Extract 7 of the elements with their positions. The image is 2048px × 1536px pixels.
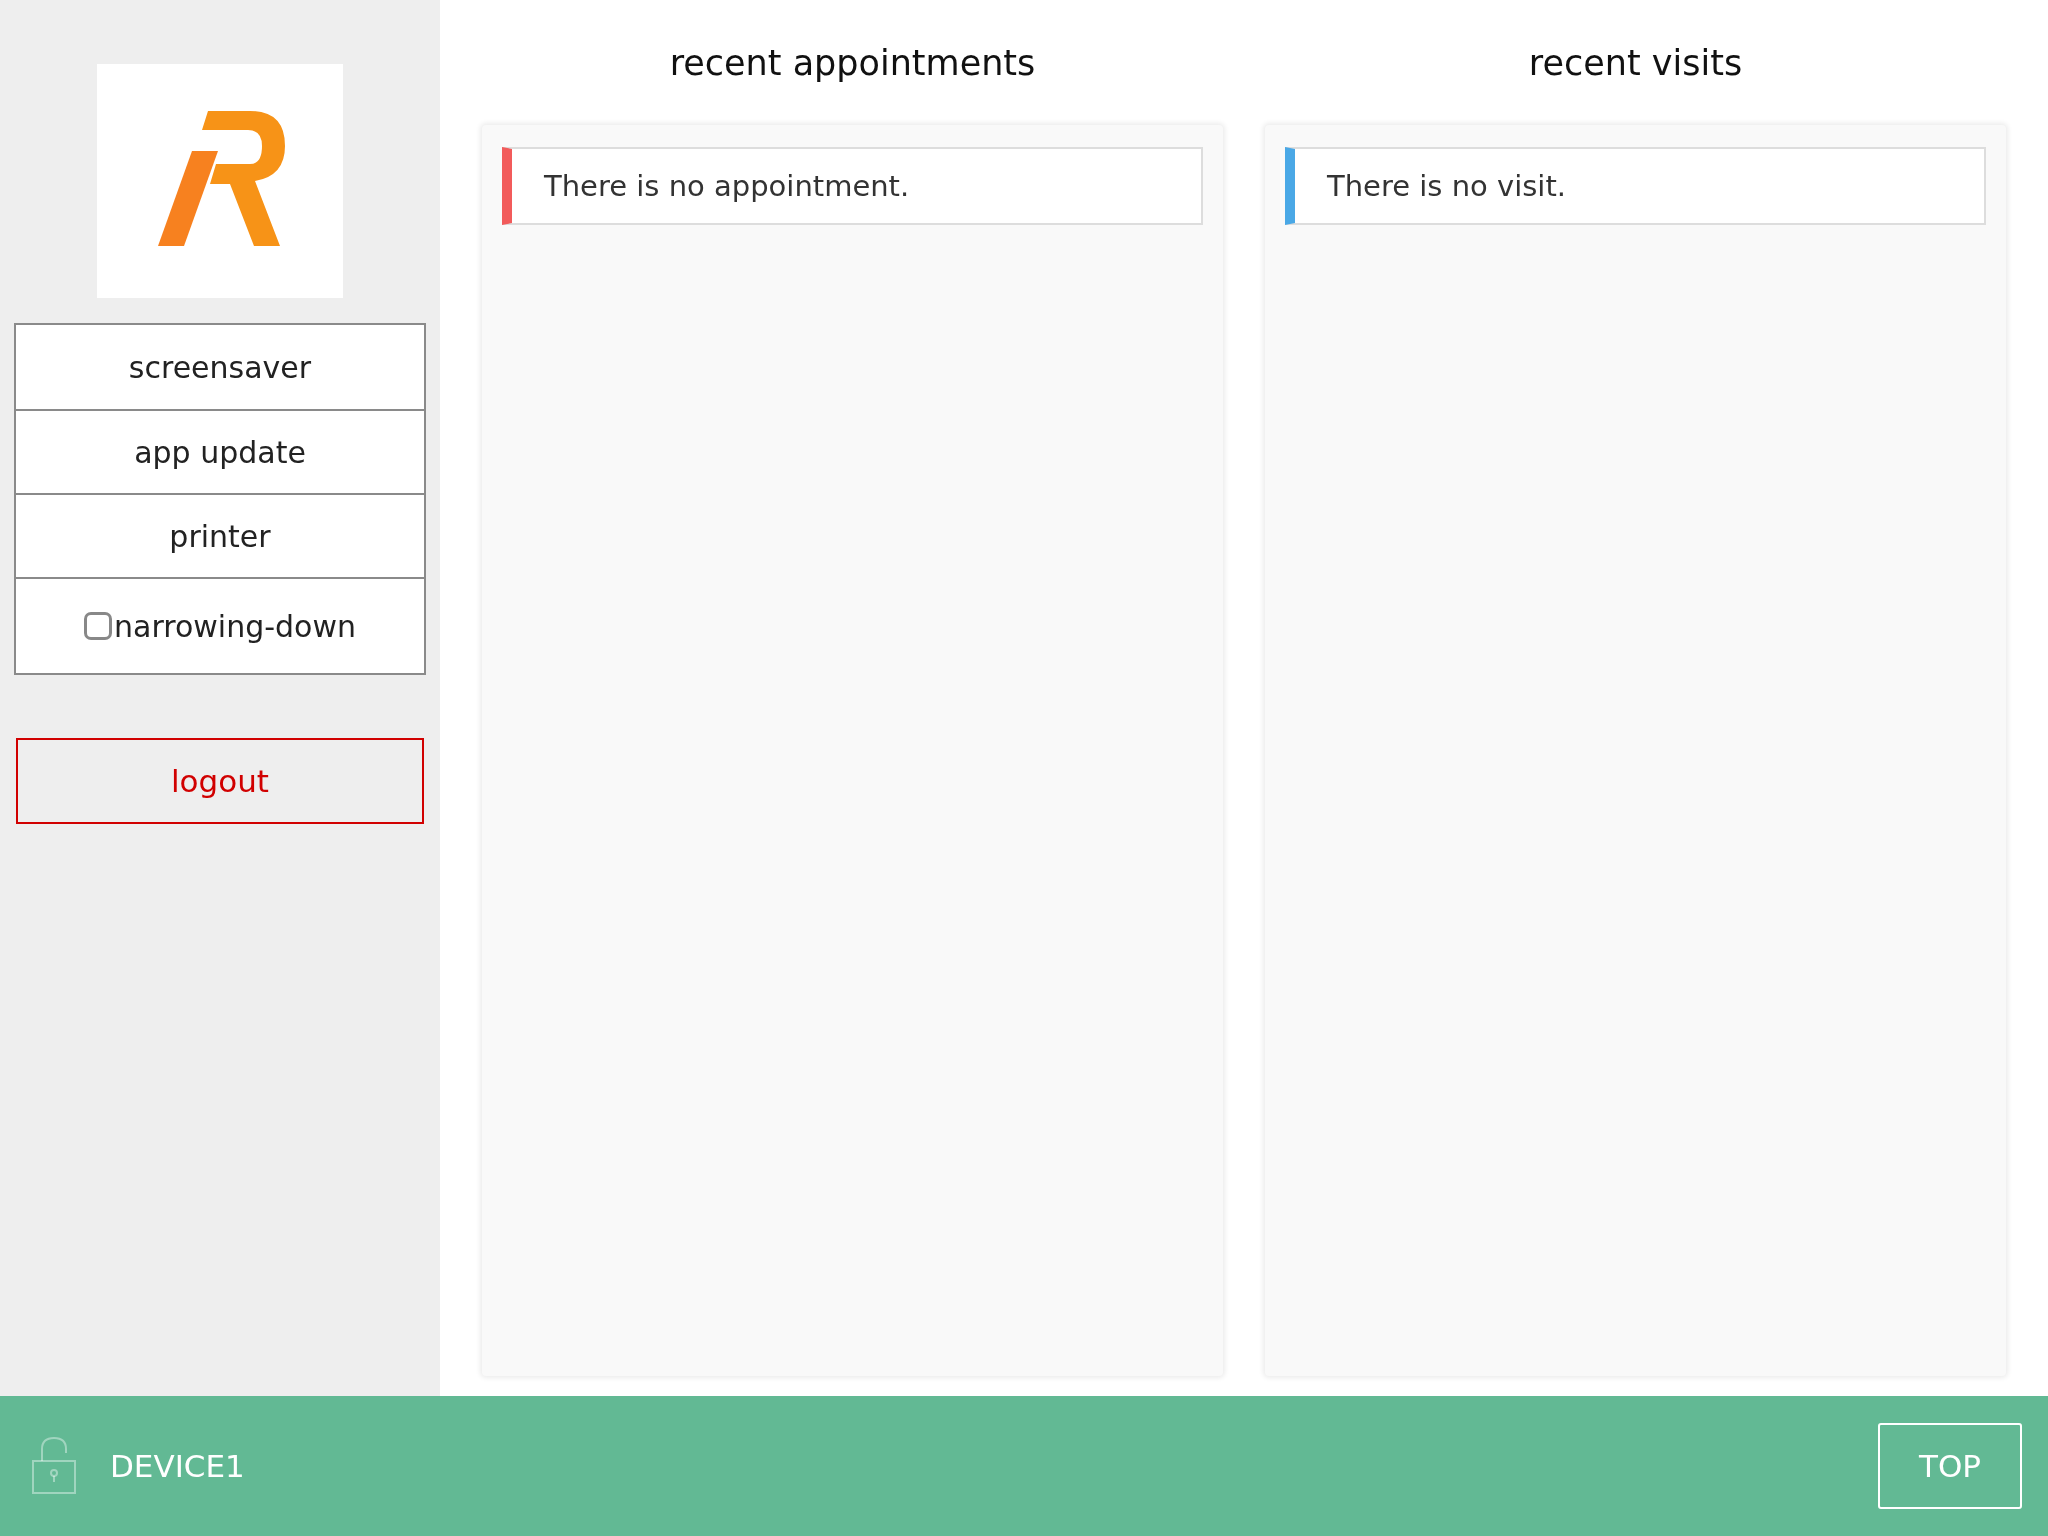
panel-title: recent visits [1527,41,1744,85]
device-name: DEVICE1 [110,1448,246,1484]
empty-message: There is no visit. [1285,147,1986,225]
logout-button[interactable]: logout [16,738,424,824]
checkbox[interactable] [84,612,113,640]
empty-message: There is no appointment. [502,147,1203,225]
panel-title: recent appointments [668,41,1037,85]
